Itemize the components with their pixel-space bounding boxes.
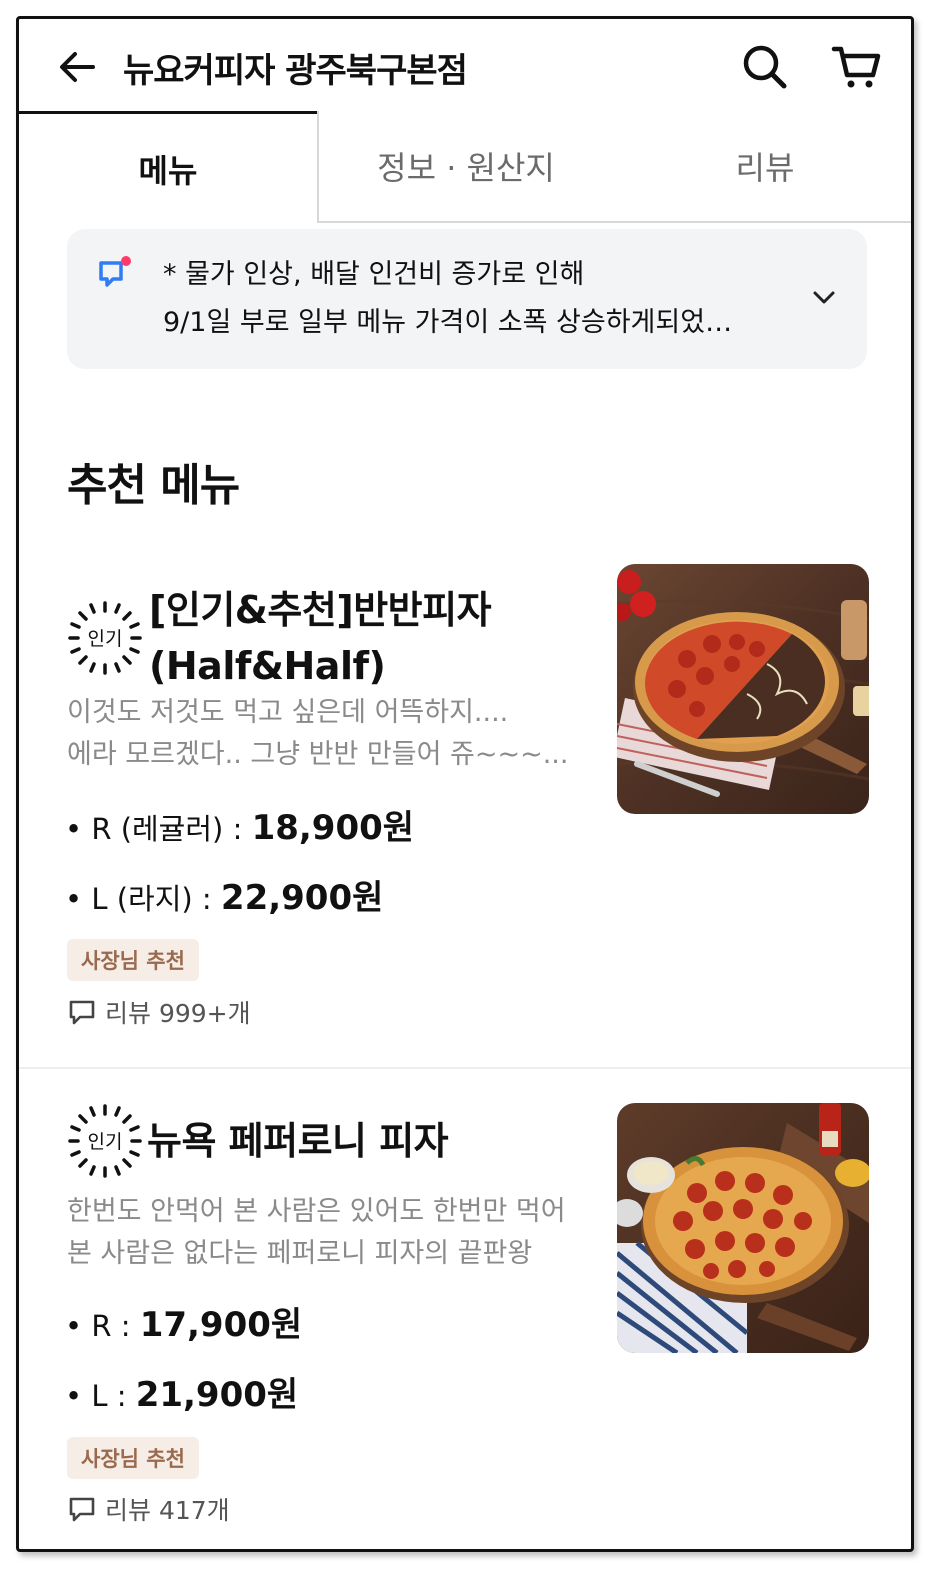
price-label: • R :	[65, 1309, 140, 1343]
app-frame: 뉴요커피자 광주북구본점 메뉴 정보 · 원산지 리뷰 * 물가 인상, 배달 …	[16, 16, 914, 1552]
description-line-1: 이것도 저것도 먹고 싶은데 어뜩하지....	[67, 697, 509, 728]
review-count-text: 리뷰 417개	[105, 1496, 230, 1525]
popular-badge-text: 인기	[88, 628, 123, 650]
price-value: 18,900원	[251, 808, 415, 848]
tab-review[interactable]: 리뷰	[613, 111, 911, 223]
price-label: • L :	[65, 1379, 136, 1413]
popular-badge-icon: 인기	[67, 600, 143, 676]
store-title: 뉴요커피자 광주북구본점	[123, 51, 468, 91]
price-large: • L : 21,900원	[65, 1367, 298, 1416]
price-regular: • R (레귤러) : 18,900원	[65, 800, 414, 849]
owner-recommend-chip: 사장님 추천	[67, 939, 199, 981]
notice-text: * 물가 인상, 배달 인건비 증가로 인해 9/1일 부로 일부 메뉴 가격이…	[163, 251, 803, 347]
popular-badge-text: 인기	[88, 1131, 123, 1153]
tab-info-origin[interactable]: 정보 · 원산지	[317, 111, 613, 223]
menu-item[interactable]: 인기 [인기&추천]반반피자 (Half&Half) 이것도 저것도 먹고 싶은…	[19, 564, 911, 1069]
menu-item-description: 이것도 저것도 먹고 싶은데 어뜩하지.... 에라 모르겠다.. 그냥 반반 …	[67, 692, 607, 776]
description-line-1: 한번도 안먹어 본 사람은 있어도 한번만 먹어	[67, 1196, 566, 1227]
menu-item-photo[interactable]	[617, 564, 869, 814]
price-value: 21,900원	[135, 1375, 299, 1415]
description-line-2: 에라 모르겠다.. 그냥 반반 만들어 쥬~~~...	[67, 739, 569, 770]
price-label: • L (라지) :	[65, 882, 221, 916]
tab-menu[interactable]: 메뉴	[19, 111, 317, 223]
price-regular: • R : 17,900원	[65, 1297, 302, 1346]
owner-recommend-chip: 사장님 추천	[67, 1437, 199, 1479]
menu-item[interactable]: 인기 뉴욕 페퍼로니 피자 한번도 안먹어 본 사람은 있어도 한번만 먹어 본…	[19, 1071, 911, 1549]
review-count: 리뷰 999+개	[67, 994, 251, 1030]
menu-item-name-line2: (Half&Half)	[149, 644, 386, 688]
price-large: • L (라지) : 22,900원	[65, 870, 383, 919]
notice-line-2: 9/1일 부로 일부 메뉴 가격이 소폭 상승하게되었…	[163, 307, 733, 338]
chevron-down-icon[interactable]	[807, 281, 841, 315]
menu-item-description: 한번도 안먹어 본 사람은 있어도 한번만 먹어 본 사람은 없다는 페퍼로니 …	[67, 1191, 607, 1275]
tab-bar: 메뉴 정보 · 원산지 리뷰	[19, 111, 911, 223]
menu-item-name-line1: 뉴욕 페퍼로니 피자	[147, 1119, 449, 1163]
price-value: 17,900원	[139, 1305, 303, 1345]
price-value: 22,900원	[220, 878, 384, 918]
popular-badge-icon: 인기	[67, 1103, 143, 1179]
review-count-text: 리뷰 999+개	[105, 999, 251, 1028]
section-title: 추천 메뉴	[67, 460, 240, 511]
cart-icon[interactable]	[831, 43, 883, 91]
menu-item-name-line1: [인기&추천]반반피자	[149, 588, 492, 632]
back-arrow-icon[interactable]	[55, 45, 99, 89]
review-count: 리뷰 417개	[67, 1491, 230, 1527]
menu-item-name: 뉴욕 페퍼로니 피자	[147, 1113, 449, 1169]
search-icon[interactable]	[741, 43, 789, 91]
menu-item-photo[interactable]	[617, 1103, 869, 1353]
menu-item-name: [인기&추천]반반피자 (Half&Half)	[149, 582, 492, 694]
price-label: • R (레귤러) :	[65, 812, 252, 846]
header: 뉴요커피자 광주북구본점	[19, 19, 911, 111]
notice-chat-icon	[97, 255, 133, 291]
description-line-2: 본 사람은 없다는 페퍼로니 피자의 끝판왕	[67, 1238, 533, 1269]
notice-line-1: * 물가 인상, 배달 인건비 증가로 인해	[163, 259, 585, 290]
review-bubble-icon	[69, 1497, 95, 1522]
review-bubble-icon	[69, 1000, 95, 1025]
notice-banner[interactable]: * 물가 인상, 배달 인건비 증가로 인해 9/1일 부로 일부 메뉴 가격이…	[67, 229, 867, 369]
